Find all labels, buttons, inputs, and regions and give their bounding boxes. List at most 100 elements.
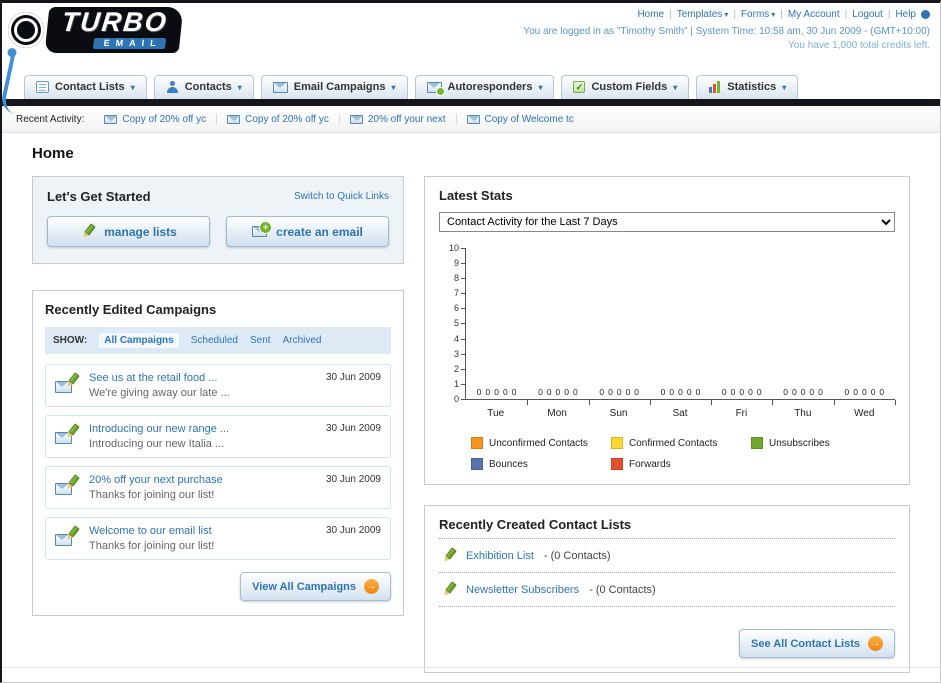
bar-value-label: 0 [861, 387, 867, 397]
chart-bar-group: 00000 [711, 387, 774, 405]
campaign-title-link[interactable]: See us at the retail food ... [89, 372, 316, 384]
top-link-templates[interactable]: Templates ▾ [677, 9, 729, 20]
campaign-row: See us at the retail food ... We're givin… [45, 364, 391, 407]
contact-list-name-link[interactable]: Exhibition List [466, 550, 534, 562]
legend-item: Bounces [471, 458, 611, 470]
campaign-title-link[interactable]: 20% off your next purchase [89, 474, 316, 486]
switch-quick-links-link[interactable]: Switch to Quick Links [294, 191, 389, 202]
bar-value-label: 0 [485, 387, 491, 397]
y-axis-label: 9 [453, 258, 459, 269]
contact-list-items: Exhibition List - (0 Contacts) Newsletter … [439, 538, 895, 607]
top-link-label: Home [637, 9, 665, 20]
bar-value-label: 0 [625, 387, 631, 397]
recent-activity-item-label: 20% off your next [367, 113, 446, 125]
nav-tab-custom-fields[interactable]: Custom Fields ▾ [561, 75, 690, 99]
y-axis-tick: 4 [454, 334, 465, 343]
legend-item: Confirmed Contacts [611, 437, 751, 449]
stats-range-select[interactable]: Contact Activity for the Last 7 Days [439, 212, 895, 232]
recent-activity-item-label: Copy of 20% off yc [122, 113, 207, 125]
nav-tab-label: Email Campaigns [293, 81, 386, 93]
email-edit-icon [55, 477, 79, 495]
nav-tab-email-campaigns[interactable]: Email Campaigns ▾ [260, 75, 408, 99]
top-link-separator: | [780, 9, 783, 20]
top-link-home[interactable]: Home [637, 9, 664, 20]
legend-label: Bounces [489, 458, 528, 470]
create-email-button[interactable]: create an email [226, 216, 389, 247]
recent-activity-bar: Recent Activity: Copy of 20% off yc Copy … [2, 106, 940, 133]
legend-swatch [751, 437, 763, 449]
manage-lists-button[interactable]: manage lists [47, 216, 210, 247]
create-email-label: create an email [276, 224, 363, 239]
nav-tab-label: Autoresponders [447, 81, 533, 93]
recently-edited-campaigns-panel: Recently Edited Campaigns SHOW: All Camp… [32, 290, 404, 616]
y-axis-label: 7 [453, 288, 459, 299]
pencil-icon [441, 548, 456, 563]
y-axis-tick: 10 [449, 244, 465, 253]
contact-list-detail: - (0 Contacts) [589, 583, 656, 596]
top-link-help[interactable]: Help [895, 9, 916, 20]
campaign-filter-all-campaigns[interactable]: All Campaigns [99, 333, 179, 348]
nav-tab-contact-lists[interactable]: Contact Lists ▾ [24, 75, 147, 99]
campaign-filter-archived[interactable]: Archived [283, 335, 322, 346]
campaign-list: See us at the retail food ... We're givin… [45, 364, 391, 560]
contact-list-name-link[interactable]: Newsletter Subscribers [466, 584, 579, 596]
campaign-texts: Introducing our new range ... Introducing… [89, 423, 316, 450]
y-axis-label: 0 [453, 393, 459, 404]
campaign-texts: See us at the retail food ... We're givin… [89, 372, 316, 399]
campaign-filters: SHOW: All Campaigns Scheduled Sent Archived [45, 327, 391, 354]
get-started-title: Let's Get Started [47, 189, 151, 204]
bar-value-label: 0 [809, 387, 815, 397]
left-column: Let's Get Started Switch to Quick Links … [32, 176, 404, 616]
nav-tab-statistics[interactable]: Statistics ▾ [696, 75, 799, 99]
arrow-right-icon [364, 579, 379, 594]
pencil-icon [64, 475, 79, 490]
campaign-title-link[interactable]: Welcome to our email list [89, 525, 316, 537]
y-axis-tick: 0 [454, 394, 465, 403]
legend-swatch [471, 437, 483, 449]
campaign-subtitle: Introducing our new Italia ... [89, 438, 225, 450]
campaign-date: 30 Jun 2009 [325, 372, 381, 383]
bar-value-label: 0 [616, 387, 622, 397]
bar-value-label: 0 [721, 387, 727, 397]
recent-activity-item[interactable]: Copy of 20% off yc [216, 113, 339, 125]
campaign-title-link[interactable]: Introducing our new range ... [89, 423, 316, 435]
bar-value-label: 0 [538, 387, 543, 397]
recent-activity-item[interactable]: Copy of 20% off yc [94, 114, 216, 125]
y-axis-tick: 8 [454, 274, 465, 283]
legend-label: Unsubscribes [769, 437, 830, 449]
view-all-campaigns-button[interactable]: View All Campaigns [240, 572, 391, 601]
y-axis-tick: 2 [454, 364, 465, 373]
nav-tab-autoresponders[interactable]: Autoresponders ▾ [414, 75, 555, 99]
bar-value-label: 0 [686, 387, 692, 397]
y-axis-label: 2 [453, 363, 459, 374]
contact-lists-title: Recently Created Contact Lists [439, 517, 632, 532]
top-link-my-account[interactable]: My Account [788, 9, 840, 20]
contacts-icon [166, 81, 179, 93]
campaign-filter-sent[interactable]: Sent [250, 335, 271, 346]
legend-item: Forwards [611, 458, 751, 470]
recent-activity-item[interactable]: Copy of Welcome tc [455, 113, 584, 125]
get-started-panel: Let's Get Started Switch to Quick Links … [32, 176, 404, 264]
y-axis-tick: 3 [454, 349, 465, 358]
nav-tab-contacts[interactable]: Contacts ▾ [153, 75, 254, 99]
top-link-forms[interactable]: Forms ▾ [741, 9, 775, 20]
top-link-logout[interactable]: Logout [852, 9, 883, 20]
logo-primary-text: TURBO [60, 7, 170, 37]
login-info: You are logged in as "Timothy Smith" | S… [523, 26, 930, 37]
bar-value-label: 0 [756, 387, 762, 397]
recent-activity-item[interactable]: 20% off your next [338, 113, 456, 125]
bar-value-label: 0 [870, 387, 876, 397]
chart-bar-group: 00000 [466, 387, 529, 405]
help-bubble-icon[interactable] [921, 10, 930, 19]
bar-value-label: 0 [844, 387, 850, 397]
campaign-date: 30 Jun 2009 [325, 423, 381, 434]
contact-lists-icon [36, 81, 49, 93]
bar-value-label: 0 [573, 387, 578, 397]
x-axis-label: Mon [547, 408, 567, 419]
campaign-filter-scheduled[interactable]: Scheduled [191, 335, 238, 346]
see-all-contact-lists-button[interactable]: See All Contact Lists [738, 629, 895, 658]
chart-legend: Unconfirmed Contacts Confirmed Contacts Un… [471, 437, 895, 470]
y-axis-label: 8 [453, 273, 459, 284]
app-logo[interactable]: TURBO EMAIL [8, 7, 184, 69]
legend-item: Unsubscribes [751, 437, 891, 449]
